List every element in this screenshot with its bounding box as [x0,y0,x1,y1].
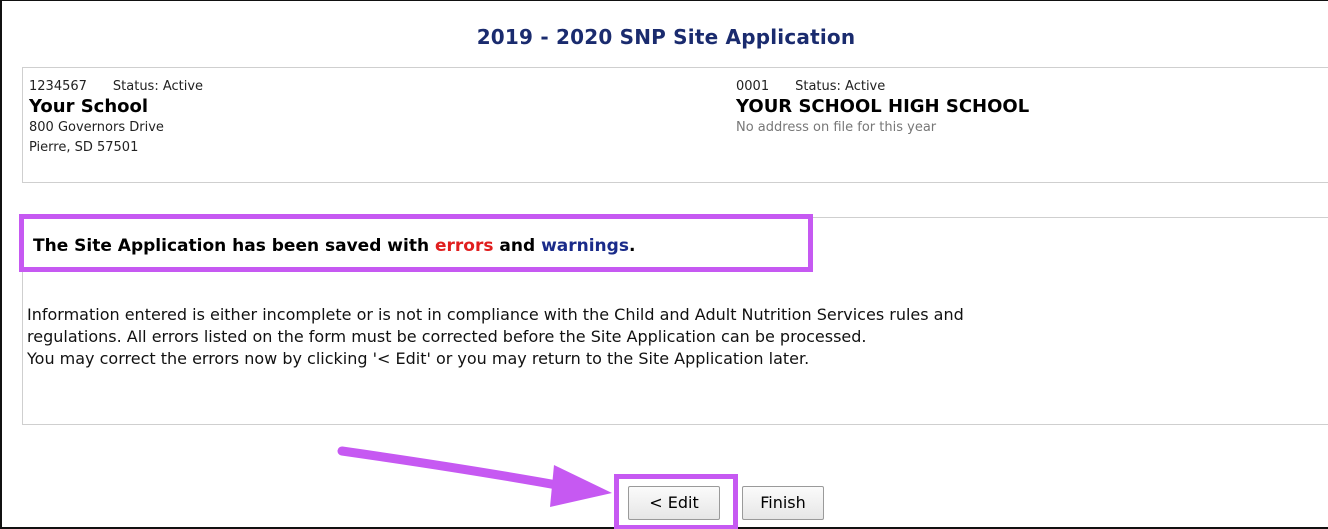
save-status-headline: The Site Application has been saved with… [33,236,635,256]
site-application-page: 2019 - 2020 SNP Site Application 1234567… [0,0,1328,529]
sponsor-id-row: 1234567 Status: Active [29,78,203,96]
sponsor-info: 1234567 Status: Active Your School 800 Go… [29,78,203,158]
explanation-line-3: You may correct the errors now by clicki… [27,349,810,368]
headline-prefix: The Site Application has been saved with [33,236,435,256]
sponsor-id: 1234567 [29,79,87,94]
arrow-right-icon [337,446,612,507]
sponsor-address-line2: Pierre, SD 57501 [29,140,139,155]
finish-button[interactable]: Finish [742,486,824,520]
warnings-word: warnings [541,236,629,256]
headline-period: . [628,236,636,256]
site-id: 0001 [736,79,770,94]
applicant-info-panel: 1234567 Status: Active Your School 800 Go… [22,67,1328,183]
explanation-line-2: regulations. All errors listed on the fo… [27,327,867,346]
headline-highlight-frame: The Site Application has been saved with… [19,214,813,272]
page-title: 2019 - 2020 SNP Site Application [476,25,856,49]
site-info: 0001 Status: Active YOUR SCHOOL HIGH SCHO… [736,78,1029,138]
save-result-panel: The Site Application has been saved with… [19,214,1328,425]
errors-word: errors [434,236,494,256]
sponsor-name: Your School [29,96,149,117]
site-status: Status: Active [795,79,886,94]
and-word: and [493,236,542,256]
sponsor-address-line1: 800 Governors Drive [29,120,164,135]
edit-button[interactable]: < Edit [628,486,720,520]
save-result-explanation: Information entered is either incomplete… [27,304,1328,370]
site-address-note: No address on file for this year [736,120,937,135]
explanation-line-1: Information entered is either incomplete… [27,305,964,324]
site-id-row: 0001 Status: Active [736,78,1029,96]
site-name: YOUR SCHOOL HIGH SCHOOL [736,96,1030,117]
sponsor-status: Status: Active [112,79,204,94]
